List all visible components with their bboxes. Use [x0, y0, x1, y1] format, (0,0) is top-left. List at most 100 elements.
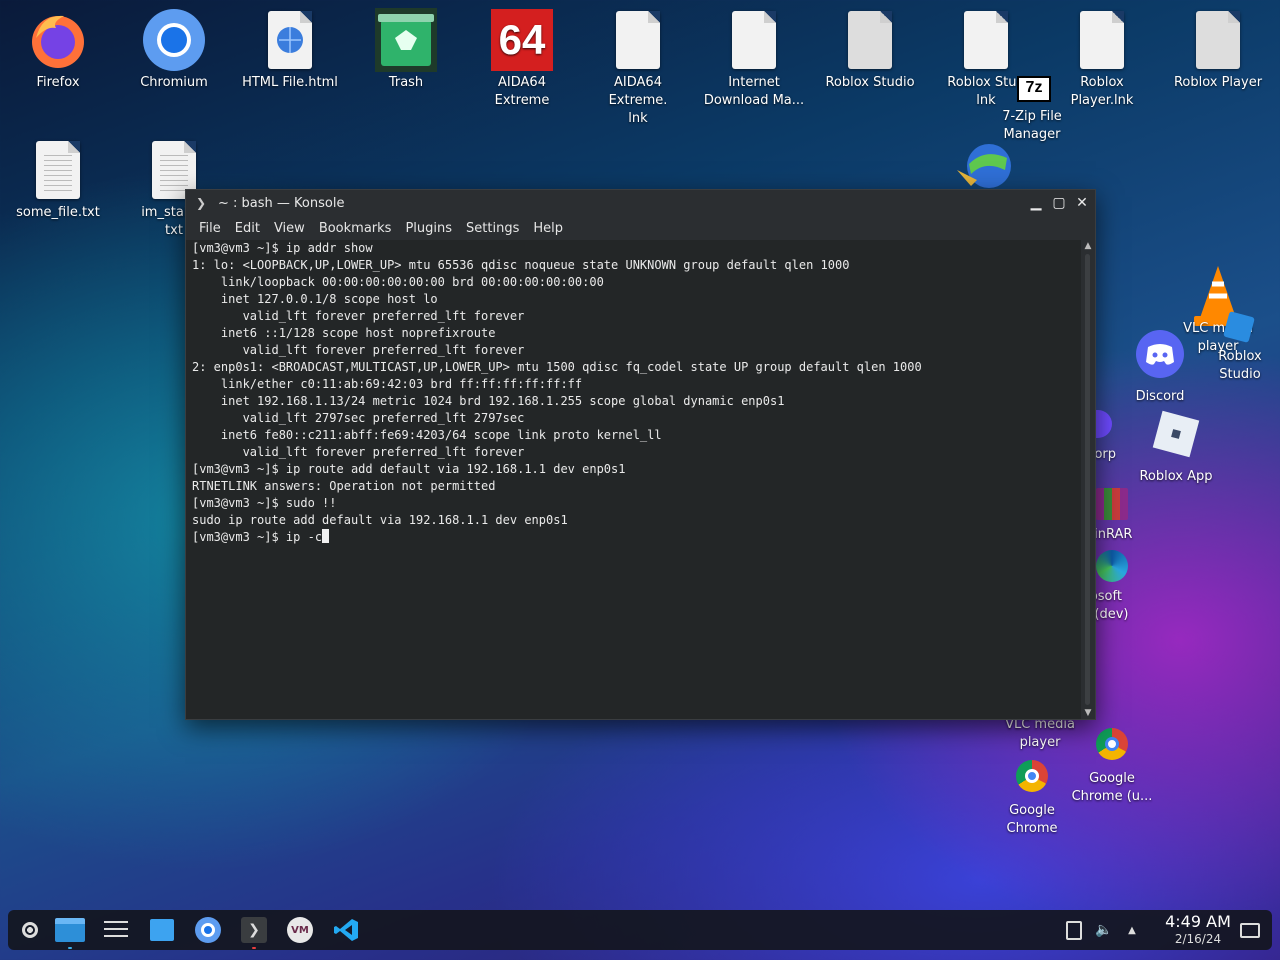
desktop-icon-roblox-player[interactable]: Roblox Player	[1166, 8, 1270, 92]
terminal-scrollbar[interactable]: ▲ ▼	[1081, 240, 1095, 719]
terminal-line: 2: enp0s1: <BROADCAST,MULTICAST,UP,LOWER…	[192, 360, 922, 374]
menu-bookmarks[interactable]: Bookmarks	[312, 221, 399, 236]
menu-help[interactable]: Help	[526, 221, 570, 236]
terminal-area[interactable]: [vm3@vm3 ~]$ ip addr show 1: lo: <LOOPBAC…	[186, 240, 1081, 719]
terminal-output: [vm3@vm3 ~]$ ip addr show 1: lo: <LOOPBAC…	[192, 240, 1075, 529]
app-launcher-button[interactable]	[14, 914, 46, 946]
desktop-icon-idm[interactable]: Internet Download Ma...	[702, 8, 806, 110]
scroll-up-arrow-icon[interactable]: ▲	[1081, 240, 1095, 252]
menu-view[interactable]: View	[267, 221, 312, 236]
scroll-down-arrow-icon[interactable]: ▼	[1081, 707, 1095, 719]
terminal-line: link/ether c0:11:ab:69:42:03 brd ff:ff:f…	[192, 377, 583, 391]
terminal-line: link/loopback 00:00:00:00:00:00 brd 00:0…	[192, 275, 604, 289]
firefox-icon	[26, 8, 90, 72]
html-file-icon	[258, 8, 322, 72]
roblox-icon	[1144, 402, 1208, 466]
terminal-line: RTNETLINK answers: Operation not permitt…	[192, 479, 496, 493]
close-button[interactable]: ✕	[1072, 193, 1092, 213]
terminal-icon: ❯	[241, 917, 267, 943]
desktop-icon-label: Roblox App	[1139, 469, 1213, 484]
running-indicator	[252, 947, 256, 949]
idm-globe-icon[interactable]	[955, 140, 1017, 188]
terminal-line: valid_lft forever preferred_lft forever	[192, 445, 525, 459]
window-titlebar[interactable]: ❯ ~ : bash — Konsole ▁ ▢ ✕	[186, 190, 1095, 216]
desktop-icon-7zip[interactable]: 7-Zip File Manager	[980, 108, 1084, 144]
minimize-button[interactable]: ▁	[1026, 193, 1046, 213]
settings-sliders-icon	[104, 921, 128, 939]
show-desktop-button[interactable]	[1234, 914, 1266, 946]
scrollbar-track[interactable]	[1085, 254, 1090, 705]
desktop-icon-some-file[interactable]: some_file.txt	[6, 138, 110, 222]
virt-manager-icon: VM	[287, 917, 313, 943]
folder-icon	[55, 918, 85, 942]
taskbar-konsole[interactable]: ❯	[238, 914, 270, 949]
desktop-icon-chrome[interactable]: Google Chrome	[980, 758, 1084, 838]
clock-date: 2/16/24	[1174, 932, 1222, 946]
taskbar-discover[interactable]	[146, 914, 178, 946]
vscode-icon	[333, 917, 359, 943]
terminal-line: sudo ip route add default via 192.168.1.…	[192, 513, 568, 527]
desktop-icon-label: Roblox Studio	[825, 75, 915, 90]
terminal-prompt-line: [vm3@vm3 ~]$ ip -c	[192, 529, 1075, 546]
text-cursor	[322, 529, 330, 543]
terminal-line: inet 127.0.0.1/8 scope host lo	[192, 292, 438, 306]
clock[interactable]: 4:49 AM 2/16/24	[1148, 912, 1248, 946]
desktop-icon-chromium[interactable]: Chromium	[122, 8, 226, 92]
desktop-icon-roblox-app[interactable]: Roblox App	[1124, 402, 1228, 486]
terminal-line: inet6 ::1/128 scope host noprefixroute	[192, 326, 496, 340]
desktop-icon-label: AIDA64 Extreme. lnk	[608, 75, 668, 126]
desktop-icon-html-file[interactable]: HTML File.html	[238, 8, 342, 92]
terminal-line: valid_lft forever preferred_lft forever	[192, 343, 525, 357]
menubar: File Edit View Bookmarks Plugins Setting…	[186, 216, 1095, 240]
file-icon	[954, 8, 1018, 72]
taskbar-virt-manager[interactable]: VM	[284, 914, 316, 946]
desktop-icon-discord[interactable]: Discord	[1108, 322, 1212, 406]
aida64-icon: 64	[490, 8, 554, 72]
terminal-line: 1: lo: <LOOPBACK,UP,LOWER_UP> mtu 65536 …	[192, 258, 850, 272]
taskbar-file-manager[interactable]	[54, 914, 86, 949]
taskbar-chromium[interactable]	[192, 914, 224, 946]
desktop-icon-aida64-lnk[interactable]: AIDA64 Extreme. lnk	[586, 8, 690, 128]
taskbar-vscode[interactable]	[330, 914, 362, 946]
terminal-line: [vm3@vm3 ~]$ ip route add default via 19…	[192, 462, 626, 476]
winrar-icon	[1096, 488, 1128, 520]
proton-icon	[1094, 410, 1112, 438]
show-desktop-icon	[1240, 922, 1260, 938]
desktop-icon-aida64[interactable]: 64 AIDA64 Extreme	[470, 8, 574, 110]
desktop-icon-trash[interactable]: Trash	[354, 8, 458, 92]
desktop-icon-label: 7-Zip File Manager	[1002, 109, 1062, 142]
terminal-icon: ❯	[196, 196, 207, 210]
desktop-icon-label: Internet Download Ma...	[703, 75, 805, 108]
desktop-icon-label: some_file.txt	[16, 205, 100, 220]
desktop-icon-firefox[interactable]: Firefox	[6, 8, 110, 92]
text-file-icon	[26, 138, 90, 202]
file-icon	[1186, 8, 1250, 72]
taskbar-system-settings[interactable]	[100, 914, 132, 946]
sevenzip-icon[interactable]: 7z	[1017, 76, 1051, 102]
clipboard-tray-icon[interactable]	[1058, 914, 1090, 946]
menu-plugins[interactable]: Plugins	[398, 221, 459, 236]
discord-icon	[1128, 322, 1192, 386]
desktop-icon-label: Firefox	[36, 75, 80, 90]
menu-edit[interactable]: Edit	[228, 221, 267, 236]
running-indicator	[68, 947, 72, 949]
menu-file[interactable]: File	[192, 221, 228, 236]
desktop-icon-roblox-player-lnk[interactable]: Roblox Player.lnk	[1050, 8, 1154, 110]
file-icon	[838, 8, 902, 72]
desktop-icon-label: Google Chrome	[1006, 803, 1058, 836]
terminal-line: [vm3@vm3 ~]$ ip addr show	[192, 241, 373, 255]
terminal-current-input: [vm3@vm3 ~]$ ip -c	[192, 530, 323, 544]
desktop-icon-label: Trash	[388, 75, 424, 90]
terminal-line: valid_lft 2797sec preferred_lft 2797sec	[192, 411, 525, 425]
clock-time: 4:49 AM	[1165, 912, 1231, 931]
tray-expand-arrow-icon[interactable]: ▲	[1116, 914, 1148, 946]
terminal-line: valid_lft forever preferred_lft forever	[192, 309, 525, 323]
file-icon	[722, 8, 786, 72]
konsole-window[interactable]: ❯ ~ : bash — Konsole ▁ ▢ ✕ File Edit Vie…	[185, 189, 1096, 720]
aida64-badge: 64	[491, 9, 553, 71]
menu-settings[interactable]: Settings	[459, 221, 526, 236]
desktop-icon-roblox-studio[interactable]: Roblox Studio	[818, 8, 922, 92]
terminal-line: inet6 fe80::c211:abff:fe69:4203/64 scope…	[192, 428, 662, 442]
maximize-button[interactable]: ▢	[1049, 193, 1069, 213]
chromium-icon	[195, 917, 221, 943]
